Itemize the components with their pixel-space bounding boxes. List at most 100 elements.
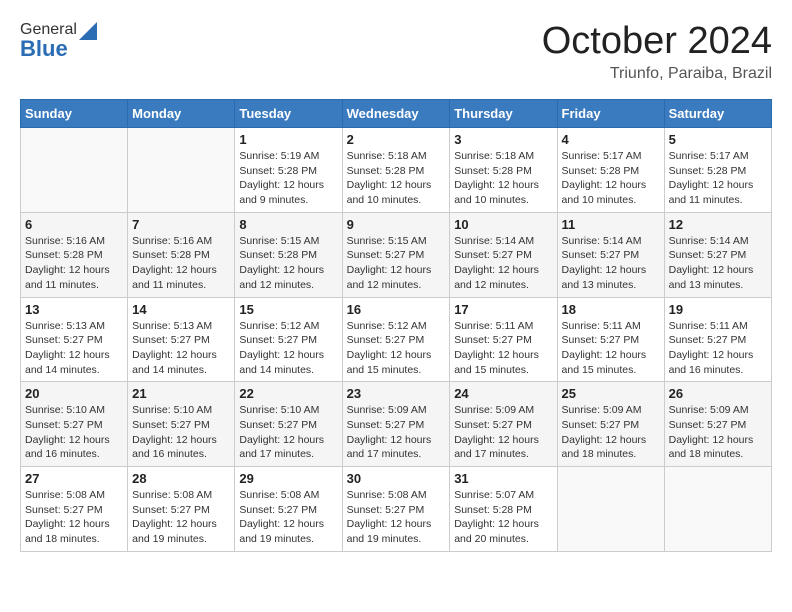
weekday-header-monday: Monday xyxy=(128,100,235,128)
calendar-cell: 8 Sunrise: 5:15 AM Sunset: 5:28 PM Daylig… xyxy=(235,212,342,297)
day-number: 12 xyxy=(669,217,767,232)
day-number: 21 xyxy=(132,386,230,401)
day-info: Sunrise: 5:10 AM Sunset: 5:27 PM Dayligh… xyxy=(132,403,230,462)
day-info: Sunrise: 5:18 AM Sunset: 5:28 PM Dayligh… xyxy=(454,149,552,208)
day-info: Sunrise: 5:18 AM Sunset: 5:28 PM Dayligh… xyxy=(347,149,446,208)
day-number: 6 xyxy=(25,217,123,232)
day-number: 4 xyxy=(562,132,660,147)
calendar-cell: 4Sunrise: 5:17 AM Sunset: 5:28 PM Daylig… xyxy=(557,128,664,213)
day-info: Sunrise: 5:08 AM Sunset: 5:27 PM Dayligh… xyxy=(25,488,123,547)
calendar-cell: 22Sunrise: 5:10 AM Sunset: 5:27 PM Dayli… xyxy=(235,382,342,467)
day-number: 24 xyxy=(454,386,552,401)
day-number: 31 xyxy=(454,471,552,486)
day-number: 20 xyxy=(25,386,123,401)
calendar-cell: 2 Sunrise: 5:18 AM Sunset: 5:28 PM Daylig… xyxy=(342,128,450,213)
day-info: Sunrise: 5:09 AM Sunset: 5:27 PM Dayligh… xyxy=(669,403,767,462)
weekday-header-friday: Friday xyxy=(557,100,664,128)
day-info: Sunrise: 5:11 AM Sunset: 5:27 PM Dayligh… xyxy=(669,319,767,378)
calendar-cell xyxy=(128,128,235,213)
day-number: 14 xyxy=(132,302,230,317)
day-number: 11 xyxy=(562,217,660,232)
day-number: 19 xyxy=(669,302,767,317)
calendar-cell xyxy=(21,128,128,213)
weekday-header-thursday: Thursday xyxy=(450,100,557,128)
day-info: Sunrise: 5:19 AM Sunset: 5:28 PM Dayligh… xyxy=(239,149,337,208)
day-info: Sunrise: 5:10 AM Sunset: 5:27 PM Dayligh… xyxy=(239,403,337,462)
calendar-cell: 11 Sunrise: 5:14 AM Sunset: 5:27 PM Dayli… xyxy=(557,212,664,297)
day-number: 1 xyxy=(239,132,337,147)
calendar-table: SundayMondayTuesdayWednesdayThursdayFrid… xyxy=(20,99,772,552)
calendar-cell: 30 Sunrise: 5:08 AM Sunset: 5:27 PM Dayli… xyxy=(342,467,450,552)
calendar-cell: 24 Sunrise: 5:09 AM Sunset: 5:27 PM Dayli… xyxy=(450,382,557,467)
weekday-header-sunday: Sunday xyxy=(21,100,128,128)
calendar-cell: 21 Sunrise: 5:10 AM Sunset: 5:27 PM Dayli… xyxy=(128,382,235,467)
calendar-cell: 17 Sunrise: 5:11 AM Sunset: 5:27 PM Dayli… xyxy=(450,297,557,382)
day-number: 16 xyxy=(347,302,446,317)
calendar-cell: 9Sunrise: 5:15 AM Sunset: 5:27 PM Daylig… xyxy=(342,212,450,297)
day-info: Sunrise: 5:14 AM Sunset: 5:27 PM Dayligh… xyxy=(669,234,767,293)
day-info: Sunrise: 5:16 AM Sunset: 5:28 PM Dayligh… xyxy=(25,234,123,293)
calendar-cell: 3Sunrise: 5:18 AM Sunset: 5:28 PM Daylig… xyxy=(450,128,557,213)
day-info: Sunrise: 5:08 AM Sunset: 5:27 PM Dayligh… xyxy=(347,488,446,547)
day-info: Sunrise: 5:16 AM Sunset: 5:28 PM Dayligh… xyxy=(132,234,230,293)
day-number: 8 xyxy=(239,217,337,232)
calendar-cell: 23 Sunrise: 5:09 AM Sunset: 5:27 PM Dayli… xyxy=(342,382,450,467)
day-info: Sunrise: 5:13 AM Sunset: 5:27 PM Dayligh… xyxy=(132,319,230,378)
calendar-cell: 14 Sunrise: 5:13 AM Sunset: 5:27 PM Dayli… xyxy=(128,297,235,382)
calendar-cell: 13 Sunrise: 5:13 AM Sunset: 5:27 PM Dayli… xyxy=(21,297,128,382)
day-number: 28 xyxy=(132,471,230,486)
calendar-week-2: 6 Sunrise: 5:16 AM Sunset: 5:28 PM Daylig… xyxy=(21,212,772,297)
weekday-header-saturday: Saturday xyxy=(664,100,771,128)
day-number: 13 xyxy=(25,302,123,317)
calendar-cell: 16 Sunrise: 5:12 AM Sunset: 5:27 PM Dayli… xyxy=(342,297,450,382)
weekday-header-wednesday: Wednesday xyxy=(342,100,450,128)
title-block: October 2024 Triunfo, Paraiba, Brazil xyxy=(542,20,772,83)
calendar-cell: 25Sunrise: 5:09 AM Sunset: 5:27 PM Dayli… xyxy=(557,382,664,467)
day-info: Sunrise: 5:15 AM Sunset: 5:28 PM Dayligh… xyxy=(239,234,337,293)
day-info: Sunrise: 5:13 AM Sunset: 5:27 PM Dayligh… xyxy=(25,319,123,378)
day-number: 17 xyxy=(454,302,552,317)
day-number: 23 xyxy=(347,386,446,401)
day-info: Sunrise: 5:11 AM Sunset: 5:27 PM Dayligh… xyxy=(562,319,660,378)
day-info: Sunrise: 5:11 AM Sunset: 5:27 PM Dayligh… xyxy=(454,319,552,378)
calendar-cell: 26 Sunrise: 5:09 AM Sunset: 5:27 PM Dayli… xyxy=(664,382,771,467)
calendar-week-1: 1 Sunrise: 5:19 AM Sunset: 5:28 PM Daylig… xyxy=(21,128,772,213)
day-number: 27 xyxy=(25,471,123,486)
calendar-cell: 1 Sunrise: 5:19 AM Sunset: 5:28 PM Daylig… xyxy=(235,128,342,213)
calendar-cell: 31Sunrise: 5:07 AM Sunset: 5:28 PM Dayli… xyxy=(450,467,557,552)
day-number: 15 xyxy=(239,302,337,317)
day-info: Sunrise: 5:14 AM Sunset: 5:27 PM Dayligh… xyxy=(562,234,660,293)
day-number: 25 xyxy=(562,386,660,401)
calendar-cell xyxy=(664,467,771,552)
day-info: Sunrise: 5:09 AM Sunset: 5:27 PM Dayligh… xyxy=(347,403,446,462)
day-number: 9 xyxy=(347,217,446,232)
logo-triangle-icon xyxy=(79,18,97,40)
day-info: Sunrise: 5:12 AM Sunset: 5:27 PM Dayligh… xyxy=(347,319,446,378)
calendar-cell: 18 Sunrise: 5:11 AM Sunset: 5:27 PM Dayli… xyxy=(557,297,664,382)
day-number: 30 xyxy=(347,471,446,486)
calendar-cell: 29Sunrise: 5:08 AM Sunset: 5:27 PM Dayli… xyxy=(235,467,342,552)
day-number: 10 xyxy=(454,217,552,232)
calendar-cell: 10Sunrise: 5:14 AM Sunset: 5:27 PM Dayli… xyxy=(450,212,557,297)
calendar-week-5: 27 Sunrise: 5:08 AM Sunset: 5:27 PM Dayli… xyxy=(21,467,772,552)
day-number: 26 xyxy=(669,386,767,401)
calendar-cell: 15 Sunrise: 5:12 AM Sunset: 5:27 PM Dayli… xyxy=(235,297,342,382)
calendar-cell: 20 Sunrise: 5:10 AM Sunset: 5:27 PM Dayli… xyxy=(21,382,128,467)
day-info: Sunrise: 5:10 AM Sunset: 5:27 PM Dayligh… xyxy=(25,403,123,462)
logo: General Blue xyxy=(20,20,97,62)
calendar-cell xyxy=(557,467,664,552)
calendar-week-3: 13 Sunrise: 5:13 AM Sunset: 5:27 PM Dayli… xyxy=(21,297,772,382)
day-number: 7 xyxy=(132,217,230,232)
calendar-cell: 28 Sunrise: 5:08 AM Sunset: 5:27 PM Dayli… xyxy=(128,467,235,552)
weekday-header-row: SundayMondayTuesdayWednesdayThursdayFrid… xyxy=(21,100,772,128)
day-info: Sunrise: 5:09 AM Sunset: 5:27 PM Dayligh… xyxy=(454,403,552,462)
day-number: 2 xyxy=(347,132,446,147)
calendar-cell: 19 Sunrise: 5:11 AM Sunset: 5:27 PM Dayli… xyxy=(664,297,771,382)
calendar-cell: 12 Sunrise: 5:14 AM Sunset: 5:27 PM Dayli… xyxy=(664,212,771,297)
day-info: Sunrise: 5:08 AM Sunset: 5:27 PM Dayligh… xyxy=(239,488,337,547)
day-number: 18 xyxy=(562,302,660,317)
day-info: Sunrise: 5:12 AM Sunset: 5:27 PM Dayligh… xyxy=(239,319,337,378)
day-number: 5 xyxy=(669,132,767,147)
month-title: October 2024 xyxy=(542,20,772,63)
day-info: Sunrise: 5:08 AM Sunset: 5:27 PM Dayligh… xyxy=(132,488,230,547)
